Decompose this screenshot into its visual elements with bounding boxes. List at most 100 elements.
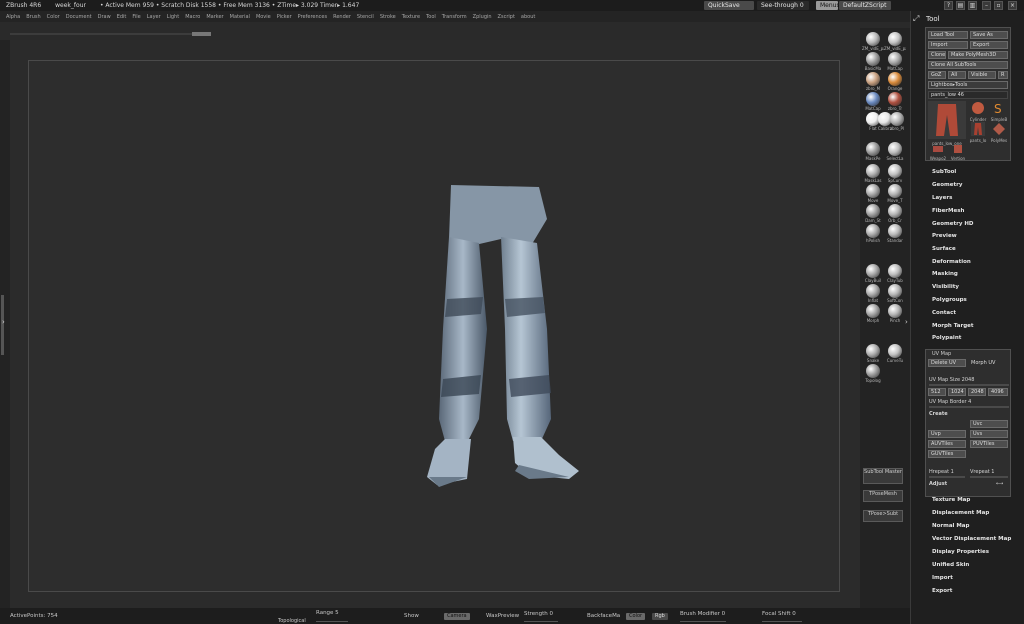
lightbox-tools-button[interactable]: Lightbox▸Tools [928,81,1008,89]
menu-alpha[interactable]: Alpha [6,14,20,20]
brush-thumb-26[interactable]: Pinch [884,304,906,323]
backface-mask-button[interactable]: BackfaceMa [587,613,620,619]
tpose-subt-button[interactable]: TPose>Subt [863,510,903,522]
puvtiles-button[interactable]: PUVTiles [970,440,1008,448]
hrepeat-slider[interactable]: Hrepeat 1 [929,469,954,475]
tool-palette-header[interactable]: ⤢ Tool [913,13,1023,25]
morph-uv-button[interactable]: Morph UV [968,359,1008,367]
uvc-button[interactable]: Uvc [970,420,1008,428]
minimize-icon[interactable]: – [982,1,991,10]
material-thumb-3[interactable]: MatCap [884,52,906,71]
brush-thumb-17[interactable]: Dam_St [862,204,884,223]
uv-map-border-slider[interactable]: UV Map Border 4 [929,399,971,405]
menus-button[interactable]: Menus [816,1,840,10]
menu-draw[interactable]: Draw [98,14,111,20]
brush-thumb-24[interactable]: SoftCon [884,284,906,303]
brush-thumb-16[interactable]: Move_T [884,184,906,203]
menu-brush[interactable]: Brush [26,14,40,20]
default-zscript-button[interactable]: DefaultZScript [839,1,891,10]
strength-slider[interactable]: Strength 0 [524,611,553,617]
auvtiles-button[interactable]: AUVTiles [928,440,966,448]
range-slider[interactable]: Range 5 [316,610,339,616]
uvs-button[interactable]: Uvs [970,430,1008,438]
uv-size-2048-button[interactable]: 2048 [968,388,986,396]
section-texture-map[interactable]: Texture Map [932,497,970,503]
menu-tool[interactable]: Tool [426,14,436,20]
uv-size-4096-button[interactable]: 4096 [988,388,1008,396]
brush-thumb-11[interactable]: MaskPe [862,142,884,161]
close-icon[interactable]: × [1008,1,1017,10]
rgb-button[interactable]: Rgb [652,613,668,620]
focal-shift-slider[interactable]: Focal Shift 0 [762,611,796,617]
section-morph-target[interactable]: Morph Target [932,323,974,329]
material-thumb-4[interactable]: zbro_M [862,72,884,91]
section-displacement-map[interactable]: Displacement Map [932,510,989,516]
menu-document[interactable]: Document [66,14,92,20]
document-canvas[interactable] [28,60,840,592]
brush-thumb-27[interactable]: Snake [862,344,884,363]
brush-thumb-21[interactable]: ClayBuil [862,264,884,283]
uv-map-size-track[interactable] [929,384,1009,386]
section-deformation[interactable]: Deformation [932,259,971,265]
strength-track[interactable] [524,621,558,622]
menu-material[interactable]: Material [230,14,250,20]
section-display-properties[interactable]: Display Properties [932,549,989,555]
all-button[interactable]: All [948,71,966,79]
section-import[interactable]: Import [932,575,953,581]
visible-button[interactable]: Visible [968,71,996,79]
section-polypaint[interactable]: Polypaint [932,335,961,341]
section-fibermesh[interactable]: FiberMesh [932,208,964,214]
menu-movie[interactable]: Movie [256,14,271,20]
menu-preferences[interactable]: Preferences [298,14,327,20]
uvp-button[interactable]: Uvp [928,430,966,438]
import-button[interactable]: Import [928,41,968,49]
adjust-subpalette[interactable]: Adjust [929,481,947,487]
brush-thumb-25[interactable]: Morph [862,304,884,323]
brush-thumb-13[interactable]: MaskLas [862,164,884,183]
material-thumb-7[interactable]: zbro_Tr [884,92,906,111]
help-icon[interactable]: ? [944,1,953,10]
goz-button[interactable]: GoZ [928,71,946,79]
clone-button[interactable]: Clone [928,51,946,59]
section-surface[interactable]: Surface [932,246,956,252]
section-unified-skin[interactable]: Unified Skin [932,562,969,568]
vrepeat-track[interactable] [970,476,1008,478]
tool-thumb-polymesh[interactable]: PolyMes [988,122,1010,143]
export-button[interactable]: Export [970,41,1008,49]
section-polygroups[interactable]: Polygroups [932,297,967,303]
menu-macro[interactable]: Macro [185,14,200,20]
clone-all-subtools-button[interactable]: Clone All SubTools [928,61,1008,69]
uv-map-header[interactable]: UV Map [932,351,951,357]
brush-thumb-28[interactable]: CurveTu [884,344,906,363]
uv-map-size-slider[interactable]: UV Map Size 2048 [929,377,974,383]
brush-thumb-19[interactable]: hPolish [862,224,884,243]
current-tool-slider[interactable]: pants_low 46 [928,91,1008,99]
section-visibility[interactable]: Visibility [932,284,959,290]
delete-uv-button[interactable]: Delete UV [928,359,966,367]
section-masking[interactable]: Masking [932,271,958,277]
brush-thumb-14[interactable]: SpCurv [884,164,906,183]
uv-map-border-track[interactable] [929,406,1009,408]
tool-thumb-weapo2[interactable]: Weapo2 [928,144,948,161]
brush-thumb-20[interactable]: Standar [884,224,906,243]
tool-thumb-pants-lo[interactable]: pants_lo [968,122,988,143]
menu-zscript[interactable]: Zscript [498,14,515,20]
material-thumb-10[interactable]: zbro_Pl [886,112,908,131]
brush-thumb-23[interactable]: Inflat [862,284,884,303]
menu-stencil[interactable]: Stencil [357,14,374,20]
subtool-master-button[interactable]: SubTool Master [863,468,903,484]
restore-icon[interactable]: ▫ [994,1,1003,10]
r-button[interactable]: R [998,71,1008,79]
focal-shift-track[interactable] [762,621,802,622]
range-track[interactable] [316,621,348,622]
menu-zplugin[interactable]: Zplugin [473,14,492,20]
brush-thumb-29[interactable]: Topolog [862,364,884,383]
top-shelf-scrollbar[interactable] [10,33,210,35]
menu-picker[interactable]: Picker [277,14,292,20]
menu-transform[interactable]: Transform [442,14,467,20]
make-polymesh3d-button[interactable]: Make PolyMesh3D [948,51,1008,59]
menu-light[interactable]: Light [167,14,179,20]
quicksave-button[interactable]: QuickSave [704,1,754,10]
brush-modifier-track[interactable] [680,621,726,622]
uv-size-512-button[interactable]: 512 [928,388,946,396]
